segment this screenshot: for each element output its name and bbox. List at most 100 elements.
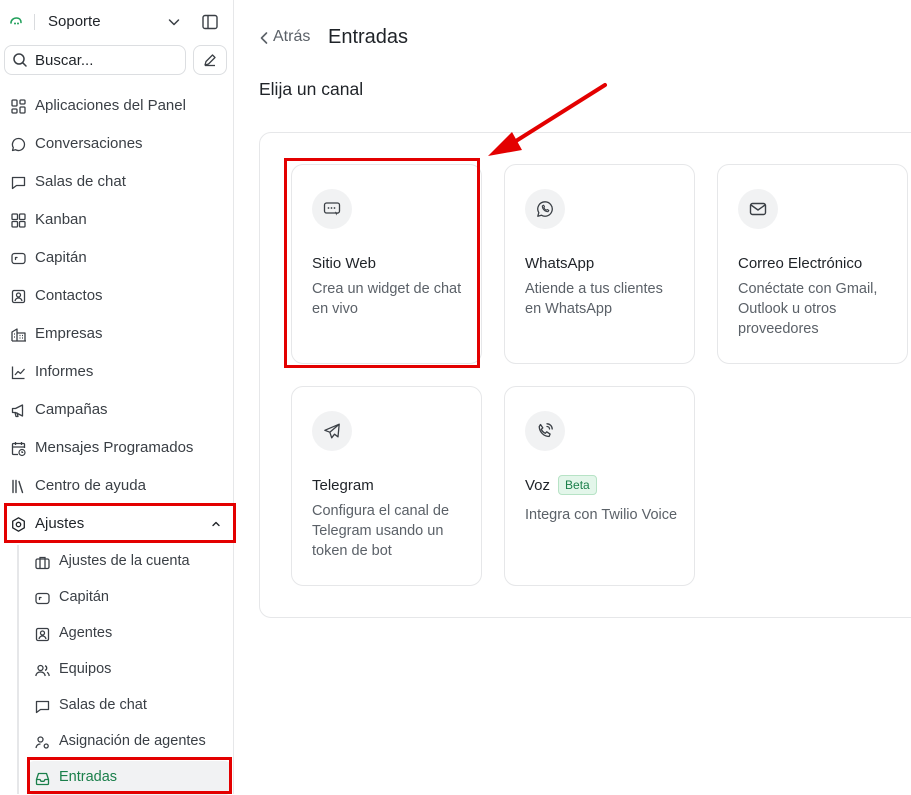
chevron-up-icon: [212, 521, 220, 527]
chevron-left-icon: [260, 32, 268, 44]
sidebar-item-label: Ajustes de la cuenta: [59, 553, 190, 569]
sidebar-item-label: Kanban: [35, 211, 87, 228]
building-icon: [11, 328, 26, 342]
sidebar-item-label: Contactos: [35, 287, 103, 304]
sidebar: Soporte Aplicaciones del Panel: [0, 0, 234, 795]
captain-icon: [35, 592, 50, 605]
channel-icon-wrapper: [312, 411, 352, 451]
sidebar-item-label: Campañas: [35, 401, 108, 418]
agent-icon: [35, 627, 50, 642]
settings-icon: [12, 517, 25, 532]
search-box[interactable]: [4, 45, 186, 75]
channel-icon-wrapper: [738, 189, 778, 229]
sidebar-item-label: Conversaciones: [35, 135, 143, 152]
channel-description: Crea un widget de chat en vivo: [312, 281, 462, 317]
chart-icon: [11, 366, 25, 380]
channel-title-row: Voz Beta: [525, 475, 597, 495]
telegram-icon: [324, 423, 340, 439]
sidebar-item-contactos[interactable]: Contactos: [4, 279, 232, 313]
channel-card-voz[interactable]: Voz Beta Integra con Twilio Voice: [504, 386, 695, 586]
channel-description: Integra con Twilio Voice: [525, 507, 678, 523]
sidebar-item-label: Asignación de agentes: [59, 733, 206, 749]
channel-card-whatsapp[interactable]: WhatsApp Atiende a tus clientes en Whats…: [504, 164, 695, 364]
search-icon: [13, 53, 27, 67]
sidebar-subitem-entradas[interactable]: Entradas: [28, 761, 231, 795]
mail-icon: [749, 202, 767, 216]
channel-title: Correo Electrónico: [738, 255, 863, 272]
contact-icon: [11, 289, 26, 304]
captain-icon: [11, 252, 26, 265]
chevron-down-icon[interactable]: [166, 14, 182, 30]
channel-title: WhatsApp: [525, 255, 595, 272]
phone-voice-icon: [538, 423, 553, 438]
channel-title: Sitio Web: [312, 255, 376, 272]
search-input[interactable]: [35, 50, 181, 70]
sidebar-item-label: Agentes: [59, 625, 113, 641]
sidebar-item-label: Entradas: [59, 769, 118, 785]
beta-badge: Beta: [558, 475, 597, 495]
workspace-name: Soporte: [48, 13, 101, 30]
channel-icon-wrapper: [525, 189, 565, 229]
grid-icon: [11, 99, 26, 114]
sidebar-subitem-equipos[interactable]: Equipos: [28, 653, 231, 687]
channel-description: Configura el canal de Telegram usando un…: [312, 503, 450, 559]
page-title: Entradas: [328, 26, 409, 48]
sidebar-item-label: Equipos: [59, 661, 112, 677]
user-cog-icon: [35, 736, 49, 749]
team-icon: [35, 664, 50, 677]
sidebar-item-label: Centro de ayuda: [35, 477, 146, 494]
sidebar-subitem-ajustes-de-la-cuenta[interactable]: Ajustes de la cuenta: [28, 545, 231, 579]
kanban-icon: [11, 213, 26, 228]
chat-bubble-icon: [11, 137, 26, 152]
workspace-header[interactable]: Soporte: [0, 0, 234, 44]
message-square-icon: [35, 700, 50, 714]
channel-card-correo-electronico[interactable]: Correo Electrónico Conéctate con Gmail, …: [717, 164, 908, 364]
sidebar-item-label: Salas de chat: [59, 697, 147, 713]
sidebar-item-salas-de-chat[interactable]: Salas de chat: [4, 165, 232, 199]
sidebar-subitem-agentes[interactable]: Agentes: [28, 617, 231, 651]
sidebar-item-label: Informes: [35, 363, 94, 380]
sidebar-toggle-icon[interactable]: [201, 13, 219, 31]
sidebar-item-centro-de-ayuda[interactable]: Centro de ayuda: [4, 469, 232, 503]
channel-icon-wrapper: [312, 189, 352, 229]
back-label: Atrás: [273, 28, 311, 45]
message-square-icon: [11, 176, 26, 190]
channel-description: Conéctate con Gmail, Outlook u otros pro…: [738, 281, 878, 337]
sidebar-item-label: Ajustes: [35, 515, 85, 532]
sidebar-item-campanas[interactable]: Campañas: [4, 393, 232, 427]
annotation-arrow-icon: [488, 83, 607, 156]
compose-button[interactable]: [193, 45, 227, 75]
sidebar-subitem-asignacion-de-agentes[interactable]: Asignación de agentes: [28, 725, 231, 759]
sidebar-item-ajustes[interactable]: Ajustes: [4, 507, 232, 541]
sidebar-item-label: Empresas: [35, 325, 103, 342]
sidebar-item-label: Aplicaciones del Panel: [35, 97, 186, 114]
whatsapp-icon: [537, 201, 553, 217]
workspace-separator: [34, 14, 35, 30]
sidebar-item-aplicaciones[interactable]: Aplicaciones del Panel: [4, 89, 232, 123]
sidebar-subitem-capitan[interactable]: Capitán: [28, 581, 231, 615]
sidebar-item-label: Capitán: [59, 589, 109, 605]
channel-card-sitio-web[interactable]: Sitio Web Crea un widget de chat en vivo: [291, 164, 482, 364]
library-icon: [12, 479, 24, 494]
website-widget-icon: [323, 202, 341, 216]
channel-icon-wrapper: [525, 411, 565, 451]
sidebar-item-mensajes-programados[interactable]: Mensajes Programados: [4, 431, 232, 465]
pencil-icon: [204, 54, 216, 67]
sidebar-item-informes[interactable]: Informes: [4, 355, 232, 389]
channel-description: Atiende a tus clientes en WhatsApp: [525, 281, 663, 317]
sidebar-item-label: Mensajes Programados: [35, 439, 194, 456]
submenu-guide-line: [17, 545, 19, 794]
sidebar-subitem-salas-de-chat[interactable]: Salas de chat: [28, 689, 231, 723]
logo-icon: [10, 17, 22, 25]
sidebar-item-capitan[interactable]: Capitán: [4, 241, 232, 275]
sidebar-item-kanban[interactable]: Kanban: [4, 203, 232, 237]
channel-title: Telegram: [312, 477, 374, 494]
sidebar-item-label: Salas de chat: [35, 173, 126, 190]
sidebar-item-label: Capitán: [35, 249, 87, 266]
inbox-icon: [35, 772, 50, 786]
briefcase-icon: [35, 556, 50, 570]
sidebar-item-conversaciones[interactable]: Conversaciones: [4, 127, 232, 161]
calendar-clock-icon: [11, 442, 26, 457]
channel-card-telegram[interactable]: Telegram Configura el canal de Telegram …: [291, 386, 482, 586]
sidebar-item-empresas[interactable]: Empresas: [4, 317, 232, 351]
